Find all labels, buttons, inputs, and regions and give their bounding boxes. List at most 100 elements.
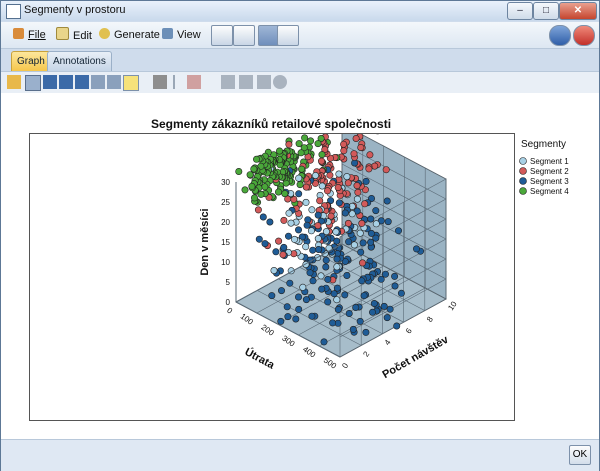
legend-label: Segment 1	[530, 157, 569, 166]
menu-view[interactable]: View	[162, 27, 201, 43]
data-point	[309, 277, 317, 285]
data-point	[285, 140, 293, 148]
y-tick-label: 2	[361, 349, 371, 358]
data-point	[275, 188, 283, 196]
legend-title: Segmenty	[521, 139, 566, 150]
data-point	[358, 277, 366, 285]
brush-icon[interactable]	[7, 75, 21, 89]
data-point	[356, 229, 364, 237]
alert-icon[interactable]	[123, 75, 139, 91]
data-point	[314, 211, 322, 219]
data-point	[311, 171, 319, 179]
region-icon[interactable]	[43, 75, 57, 89]
dialog-footer: OK	[1, 439, 599, 471]
data-point	[284, 313, 292, 321]
axes-3d-button[interactable]	[277, 25, 299, 46]
data-point	[371, 162, 379, 170]
data-point	[345, 238, 353, 246]
data-point	[362, 328, 370, 336]
ok-button[interactable]: OK	[569, 445, 591, 465]
x-tick-label: 0	[225, 306, 234, 316]
data-point	[270, 267, 278, 275]
tab-annotations[interactable]: Annotations	[47, 51, 112, 71]
z-tick-label: 30	[221, 178, 230, 187]
marked-elements-icon[interactable]	[59, 75, 73, 89]
close-button[interactable]: ✕	[559, 2, 597, 20]
data-point	[302, 243, 310, 251]
data-point	[372, 220, 380, 228]
data-point	[316, 197, 324, 205]
tab-graph[interactable]: Graph	[11, 51, 51, 71]
graph-canvas: 0 100 200 300 400 500 0 2 4 6 8 10 0 5 10 15 20 25 30 Útrat…	[1, 93, 599, 439]
menu-file[interactable]: File	[13, 27, 46, 43]
data-point	[294, 226, 302, 234]
data-point	[314, 235, 322, 243]
data-point	[357, 144, 365, 152]
data-point	[295, 174, 303, 182]
color-tool-button[interactable]	[233, 25, 255, 46]
data-point	[285, 232, 293, 240]
separator	[173, 75, 175, 89]
data-point	[340, 140, 348, 148]
rotate-icon[interactable]	[107, 75, 121, 89]
data-point	[317, 157, 325, 165]
close-dialog-icon[interactable]	[573, 25, 595, 46]
minimize-button[interactable]: –	[507, 2, 533, 20]
data-point	[397, 289, 405, 297]
data-point	[349, 325, 357, 333]
link-icon[interactable]	[221, 75, 235, 89]
data-point	[315, 246, 323, 254]
z-tick-label: 5	[226, 278, 231, 287]
target-icon[interactable]	[273, 75, 287, 89]
legend-marker	[519, 187, 527, 195]
data-point	[335, 199, 343, 207]
data-point	[268, 292, 276, 300]
z-tick-label: 20	[221, 218, 230, 227]
print-icon[interactable]	[75, 75, 89, 89]
data-point	[298, 165, 306, 173]
data-point	[296, 181, 304, 189]
data-point	[354, 188, 362, 196]
data-point	[386, 305, 394, 313]
data-point	[367, 238, 375, 246]
data-point	[343, 173, 351, 181]
data-point	[280, 243, 288, 251]
data-point	[308, 312, 316, 320]
wand-icon[interactable]	[187, 75, 201, 89]
stop-icon[interactable]	[153, 75, 167, 89]
menu-bar: File Edit Generate View	[1, 22, 599, 49]
generate-icon	[99, 28, 110, 39]
data-point	[344, 179, 352, 187]
interactive-tool-button[interactable]	[211, 25, 233, 46]
help-icon[interactable]	[549, 25, 571, 46]
x-axis-label: Útrata	[243, 345, 278, 372]
scatter-3d-chart[interactable]: 0100200300400500 0246810051015202530Útrat…	[30, 118, 514, 420]
y-tick-label: 8	[425, 314, 435, 323]
data-point	[306, 269, 314, 277]
data-point	[266, 218, 274, 226]
data-point	[372, 207, 380, 215]
data-point	[292, 315, 300, 323]
y-tick-label: 6	[404, 326, 414, 335]
pointer-icon[interactable]	[25, 75, 41, 91]
z-tick-label: 10	[221, 258, 230, 267]
x-tick-label: 500	[322, 356, 339, 371]
menu-edit-label: Edit	[73, 30, 92, 42]
data-point	[340, 147, 348, 155]
data-point	[383, 314, 391, 322]
legend-marker	[519, 157, 527, 165]
menu-generate[interactable]: Generate	[99, 27, 160, 43]
data-point	[341, 291, 349, 299]
chart-title: Segmenty zákazníků retailové společnosti	[151, 117, 391, 131]
expand-icon[interactable]	[239, 75, 253, 89]
maximize-button[interactable]: □	[533, 2, 559, 20]
data-point	[302, 198, 310, 206]
data-point	[318, 182, 326, 190]
square-icon[interactable]	[257, 75, 271, 89]
menu-edit[interactable]: Edit	[56, 27, 92, 43]
data-point	[295, 305, 303, 313]
data-point	[295, 190, 303, 198]
zoom-icon[interactable]	[91, 75, 105, 89]
data-point	[250, 165, 258, 173]
data-point	[309, 246, 317, 254]
